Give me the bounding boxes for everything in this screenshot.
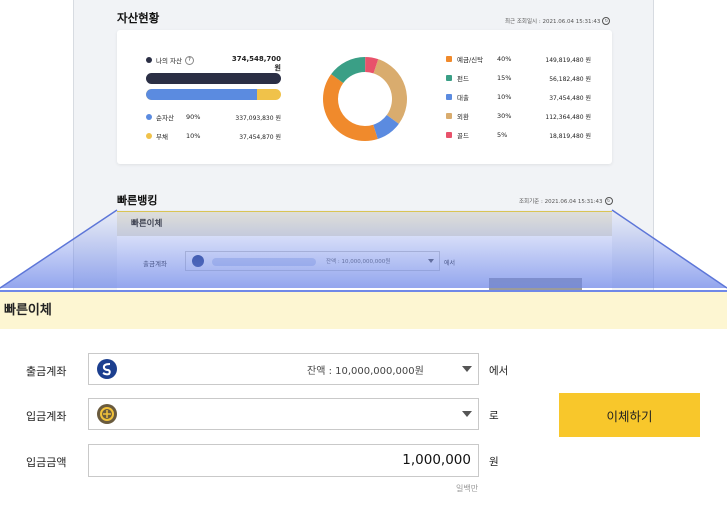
asset-card: 나의 자산 ? 374,548,700 원 순자산 90% 337,093,830 … — [117, 30, 612, 164]
legend-item: 예금/신탁 40% 149,819,480 원 — [446, 54, 591, 64]
asset-timestamp-text: 최근 조회일시 : 2021.06.04 15:31:43 — [505, 19, 601, 25]
donut-slice — [373, 59, 407, 124]
mini-from-select[interactable]: 잔액 : 10,000,000,000원 — [185, 251, 440, 271]
to-account-label: 입금계좌 — [26, 410, 67, 423]
legend-pct: 5% — [497, 131, 508, 139]
legend-amount: 56,182,480 원 — [549, 75, 591, 83]
legend-item: 골드 5% 18,819,480 원 — [446, 130, 591, 140]
legend-swatch-icon — [446, 56, 452, 62]
legend-pct: 15% — [497, 74, 512, 82]
masked-account-number — [212, 258, 316, 266]
from-account-select[interactable]: 잔액 : 10,000,000,000원 — [88, 353, 479, 385]
legend-amount: 112,364,480 원 — [545, 113, 591, 121]
legend-label: 펀드 — [457, 75, 469, 83]
ratio-amount: 37,454,870 원 — [239, 133, 281, 141]
from-account-label: 출금계좌 — [26, 365, 67, 378]
legend-pct: 10% — [497, 93, 512, 101]
ratio-bar — [146, 89, 281, 100]
legend-label: 대출 — [457, 94, 469, 102]
to-account-suffix: 로 — [489, 410, 499, 422]
transfer-button[interactable]: 이체하기 — [559, 393, 700, 437]
chevron-down-icon — [462, 366, 472, 372]
shinhan-bank-logo-icon — [97, 359, 117, 379]
from-account-balance: 잔액 : 10,000,000,000원 — [307, 366, 424, 377]
help-icon[interactable]: ? — [185, 55, 194, 65]
asset-donut-chart — [323, 57, 407, 141]
legend-amount: 149,819,480 원 — [545, 56, 591, 64]
refresh-icon[interactable]: ↻ — [604, 197, 613, 205]
amount-korean-hint: 일백만 — [456, 484, 479, 493]
asset-ratio-row: 부채 10% 37,454,870 원 — [146, 131, 281, 141]
total-asset-label: 나의 자산 — [156, 57, 182, 65]
legend-swatch-icon — [446, 94, 452, 100]
legend-item: 외환 30% 112,364,480 원 — [446, 111, 591, 121]
to-account-select[interactable] — [88, 398, 479, 430]
ratio-dot-icon — [146, 114, 152, 120]
quick-section-title: 빠른뱅킹 — [117, 194, 158, 207]
ratio-label: 순자산 — [156, 114, 174, 122]
legend-amount: 37,454,480 원 — [549, 94, 591, 102]
mini-from-suffix: 에서 — [444, 260, 456, 267]
ratio-amount: 337,093,830 원 — [235, 114, 281, 122]
asset-legend: 예금/신탁 40% 149,819,480 원펀드 15% 56,182,480 원대출… — [446, 54, 596, 164]
chevron-down-icon — [462, 411, 472, 417]
amount-label: 입금금액 — [26, 456, 67, 469]
legend-label: 외환 — [457, 113, 469, 121]
from-account-suffix: 에서 — [489, 365, 509, 377]
quick-timestamp: 조회기준 : 2021.06.04 15:31:43 ↻ — [519, 197, 613, 205]
donut-slice — [323, 74, 378, 141]
asset-ratio-row: 순자산 90% 337,093,830 원 — [146, 112, 281, 122]
legend-label: 예금/신탁 — [457, 56, 484, 64]
quick-transfer-zoom: 빠른이체 출금계좌 잔액 : 10,000,000,000원 에서 입금계좌 로… — [0, 290, 727, 510]
mini-balance: 잔액 : 10,000,000,000원 — [326, 259, 391, 265]
legend-swatch-icon — [446, 132, 452, 138]
ratio-dot-icon — [146, 133, 152, 139]
asset-section-title: 자산현황 — [117, 11, 160, 25]
refresh-icon[interactable]: ↻ — [602, 17, 611, 25]
chevron-down-icon — [428, 259, 434, 263]
net-asset-fill — [146, 89, 257, 100]
mini-from-label: 출금계좌 — [143, 260, 167, 268]
quick-transfer-mini-header: 빠른이체 — [117, 211, 612, 236]
amount-suffix: 원 — [489, 456, 499, 468]
bank-logo-icon — [192, 255, 204, 267]
legend-swatch-icon — [446, 113, 452, 119]
ratio-label: 부채 — [156, 133, 168, 141]
ratio-pct: 10% — [186, 132, 201, 140]
legend-amount: 18,819,480 원 — [549, 132, 591, 140]
legend-swatch-icon — [446, 75, 452, 81]
amount-input[interactable]: 1,000,000 — [88, 444, 479, 477]
legend-label: 골드 — [457, 132, 469, 140]
amount-value: 1,000,000 — [402, 452, 471, 468]
total-bar — [146, 73, 281, 84]
legend-item: 펀드 15% 56,182,480 원 — [446, 73, 591, 83]
total-dot-icon — [146, 57, 152, 63]
kb-bank-logo-icon — [97, 404, 117, 424]
asset-timestamp: 최근 조회일시 : 2021.06.04 15:31:43 ↻ — [505, 17, 611, 25]
legend-item: 대출 10% 37,454,480 원 — [446, 92, 591, 102]
total-asset-value: 374,548,700 원 — [231, 55, 281, 72]
ratio-pct: 90% — [186, 113, 201, 121]
legend-pct: 40% — [497, 55, 512, 63]
quick-transfer-title: 빠른이체 — [0, 290, 727, 329]
legend-pct: 30% — [497, 112, 512, 120]
quick-timestamp-text: 조회기준 : 2021.06.04 15:31:43 — [519, 199, 603, 205]
